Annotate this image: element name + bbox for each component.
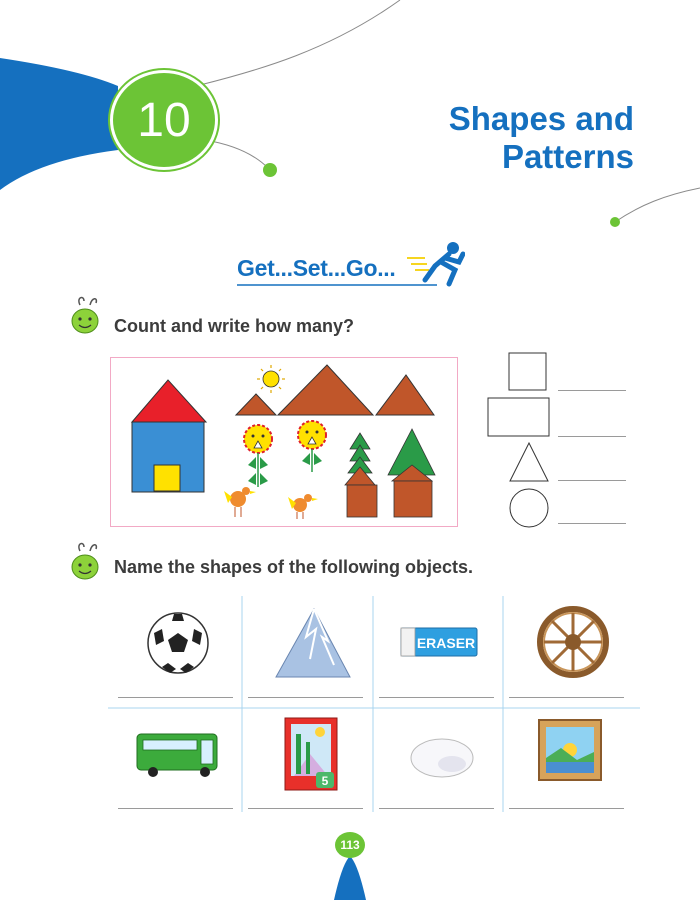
decorative-curve [204,139,269,169]
answer-line-eraser[interactable] [379,697,494,698]
bus-icon [136,733,218,777]
bug-icon [71,542,99,580]
answer-line-bus[interactable] [118,808,233,809]
section-heading: Get...Set...Go... [237,255,396,281]
exercise2-instruction: Name the shapes of the following objects… [114,557,474,577]
chapter-title: Shapes and Patterns [449,100,634,176]
wheel-icon [537,606,609,678]
answer-line-mountain[interactable] [248,697,363,698]
square-icon [508,352,547,391]
book-icon: 5 [284,717,338,791]
answer-line-rectangle[interactable] [558,436,626,437]
chapter-number-badge: 10 [110,70,218,170]
circle-icon [509,488,549,528]
running-man-icon [407,242,465,287]
book-number: 5 [322,774,329,788]
answer-line-circle[interactable] [558,523,626,524]
answer-line-wheel[interactable] [509,697,624,698]
blue-banner-shape [0,58,118,190]
exercise1-instruction: Count and write how many? [114,316,355,336]
football-icon [147,612,209,674]
decorative-curve [614,187,700,223]
rectangle-icon [487,397,550,437]
shapes-picture [110,357,458,527]
triangle-icon [509,441,549,482]
green-dot [263,163,277,177]
green-dot [610,217,620,227]
chapter-title-line1: Shapes and [448,100,634,137]
answer-line-frame[interactable] [509,808,624,809]
answer-line-football[interactable] [118,697,233,698]
answer-line-triangle[interactable] [558,480,626,481]
answer-line-square[interactable] [558,390,626,391]
answer-line-book[interactable] [248,808,363,809]
eraser-icon: ERASER [400,627,478,657]
egg-icon [410,738,474,778]
decorative-curve [199,0,401,86]
chapter-title-line2: Patterns [501,138,634,175]
bug-icon [71,296,99,334]
page-number: 113 [335,832,365,858]
picture-frame-icon [538,719,602,781]
mountain-icon [275,607,351,678]
answer-line-egg[interactable] [379,808,494,809]
eraser-label: ERASER [417,635,475,651]
